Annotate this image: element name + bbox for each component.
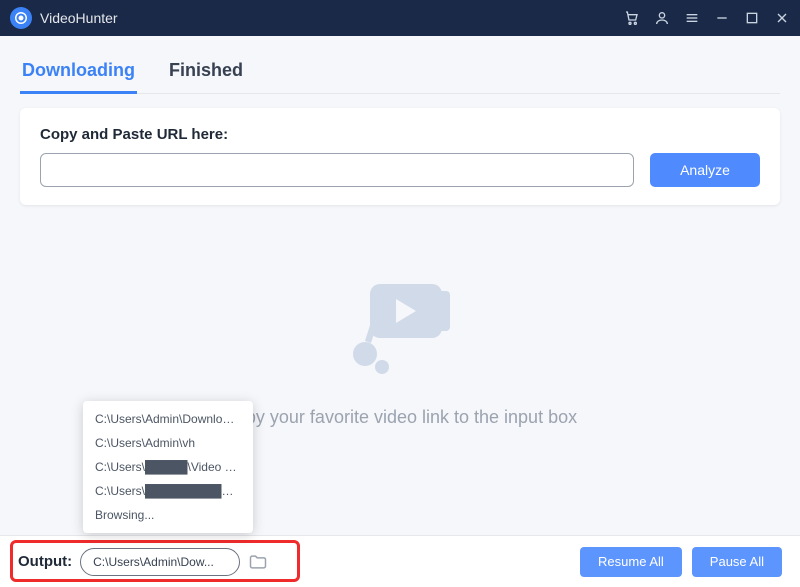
menu-icon[interactable] — [684, 10, 700, 26]
pause-all-button[interactable]: Pause All — [692, 547, 782, 577]
close-icon[interactable] — [774, 10, 790, 26]
dropdown-item[interactable]: Browsing... — [83, 503, 253, 527]
cart-icon[interactable] — [624, 10, 640, 26]
analyze-button[interactable]: Analyze — [650, 153, 760, 187]
footer: Output: C:\Users\Admin\Dow... Resume All… — [0, 535, 800, 587]
url-label: Copy and Paste URL here: — [40, 126, 760, 143]
dropdown-item[interactable]: C:\Users\Admin\vh — [83, 431, 253, 455]
dropdown-item[interactable]: C:\Users\Admin\Downloads — [83, 407, 253, 431]
dropdown-item[interactable]: C:\Users\█████\Video Hun... — [83, 455, 253, 479]
user-icon[interactable] — [654, 10, 670, 26]
minimize-icon[interactable] — [714, 10, 730, 26]
tab-downloading[interactable]: Downloading — [20, 54, 137, 94]
maximize-icon[interactable] — [744, 10, 760, 26]
url-input[interactable] — [40, 153, 634, 187]
output-path-field[interactable]: C:\Users\Admin\Dow... — [80, 548, 240, 576]
main-content: Downloading Finished Copy and Paste URL … — [0, 36, 800, 438]
tab-finished[interactable]: Finished — [167, 54, 245, 94]
output-dropdown[interactable]: C:\Users\Admin\Downloads C:\Users\Admin\… — [83, 401, 253, 533]
titlebar-controls — [624, 10, 790, 26]
app-title: VideoHunter — [40, 10, 624, 26]
output-label: Output: — [18, 553, 72, 570]
tabs: Downloading Finished — [20, 54, 780, 94]
resume-all-button[interactable]: Resume All — [580, 547, 682, 577]
app-logo-icon — [10, 7, 32, 29]
empty-illustration — [330, 249, 470, 389]
dropdown-item[interactable]: C:\Users\██████████\Do... — [83, 479, 253, 503]
url-card: Copy and Paste URL here: Analyze — [20, 108, 780, 205]
folder-icon[interactable] — [248, 552, 268, 572]
titlebar: VideoHunter — [0, 0, 800, 36]
